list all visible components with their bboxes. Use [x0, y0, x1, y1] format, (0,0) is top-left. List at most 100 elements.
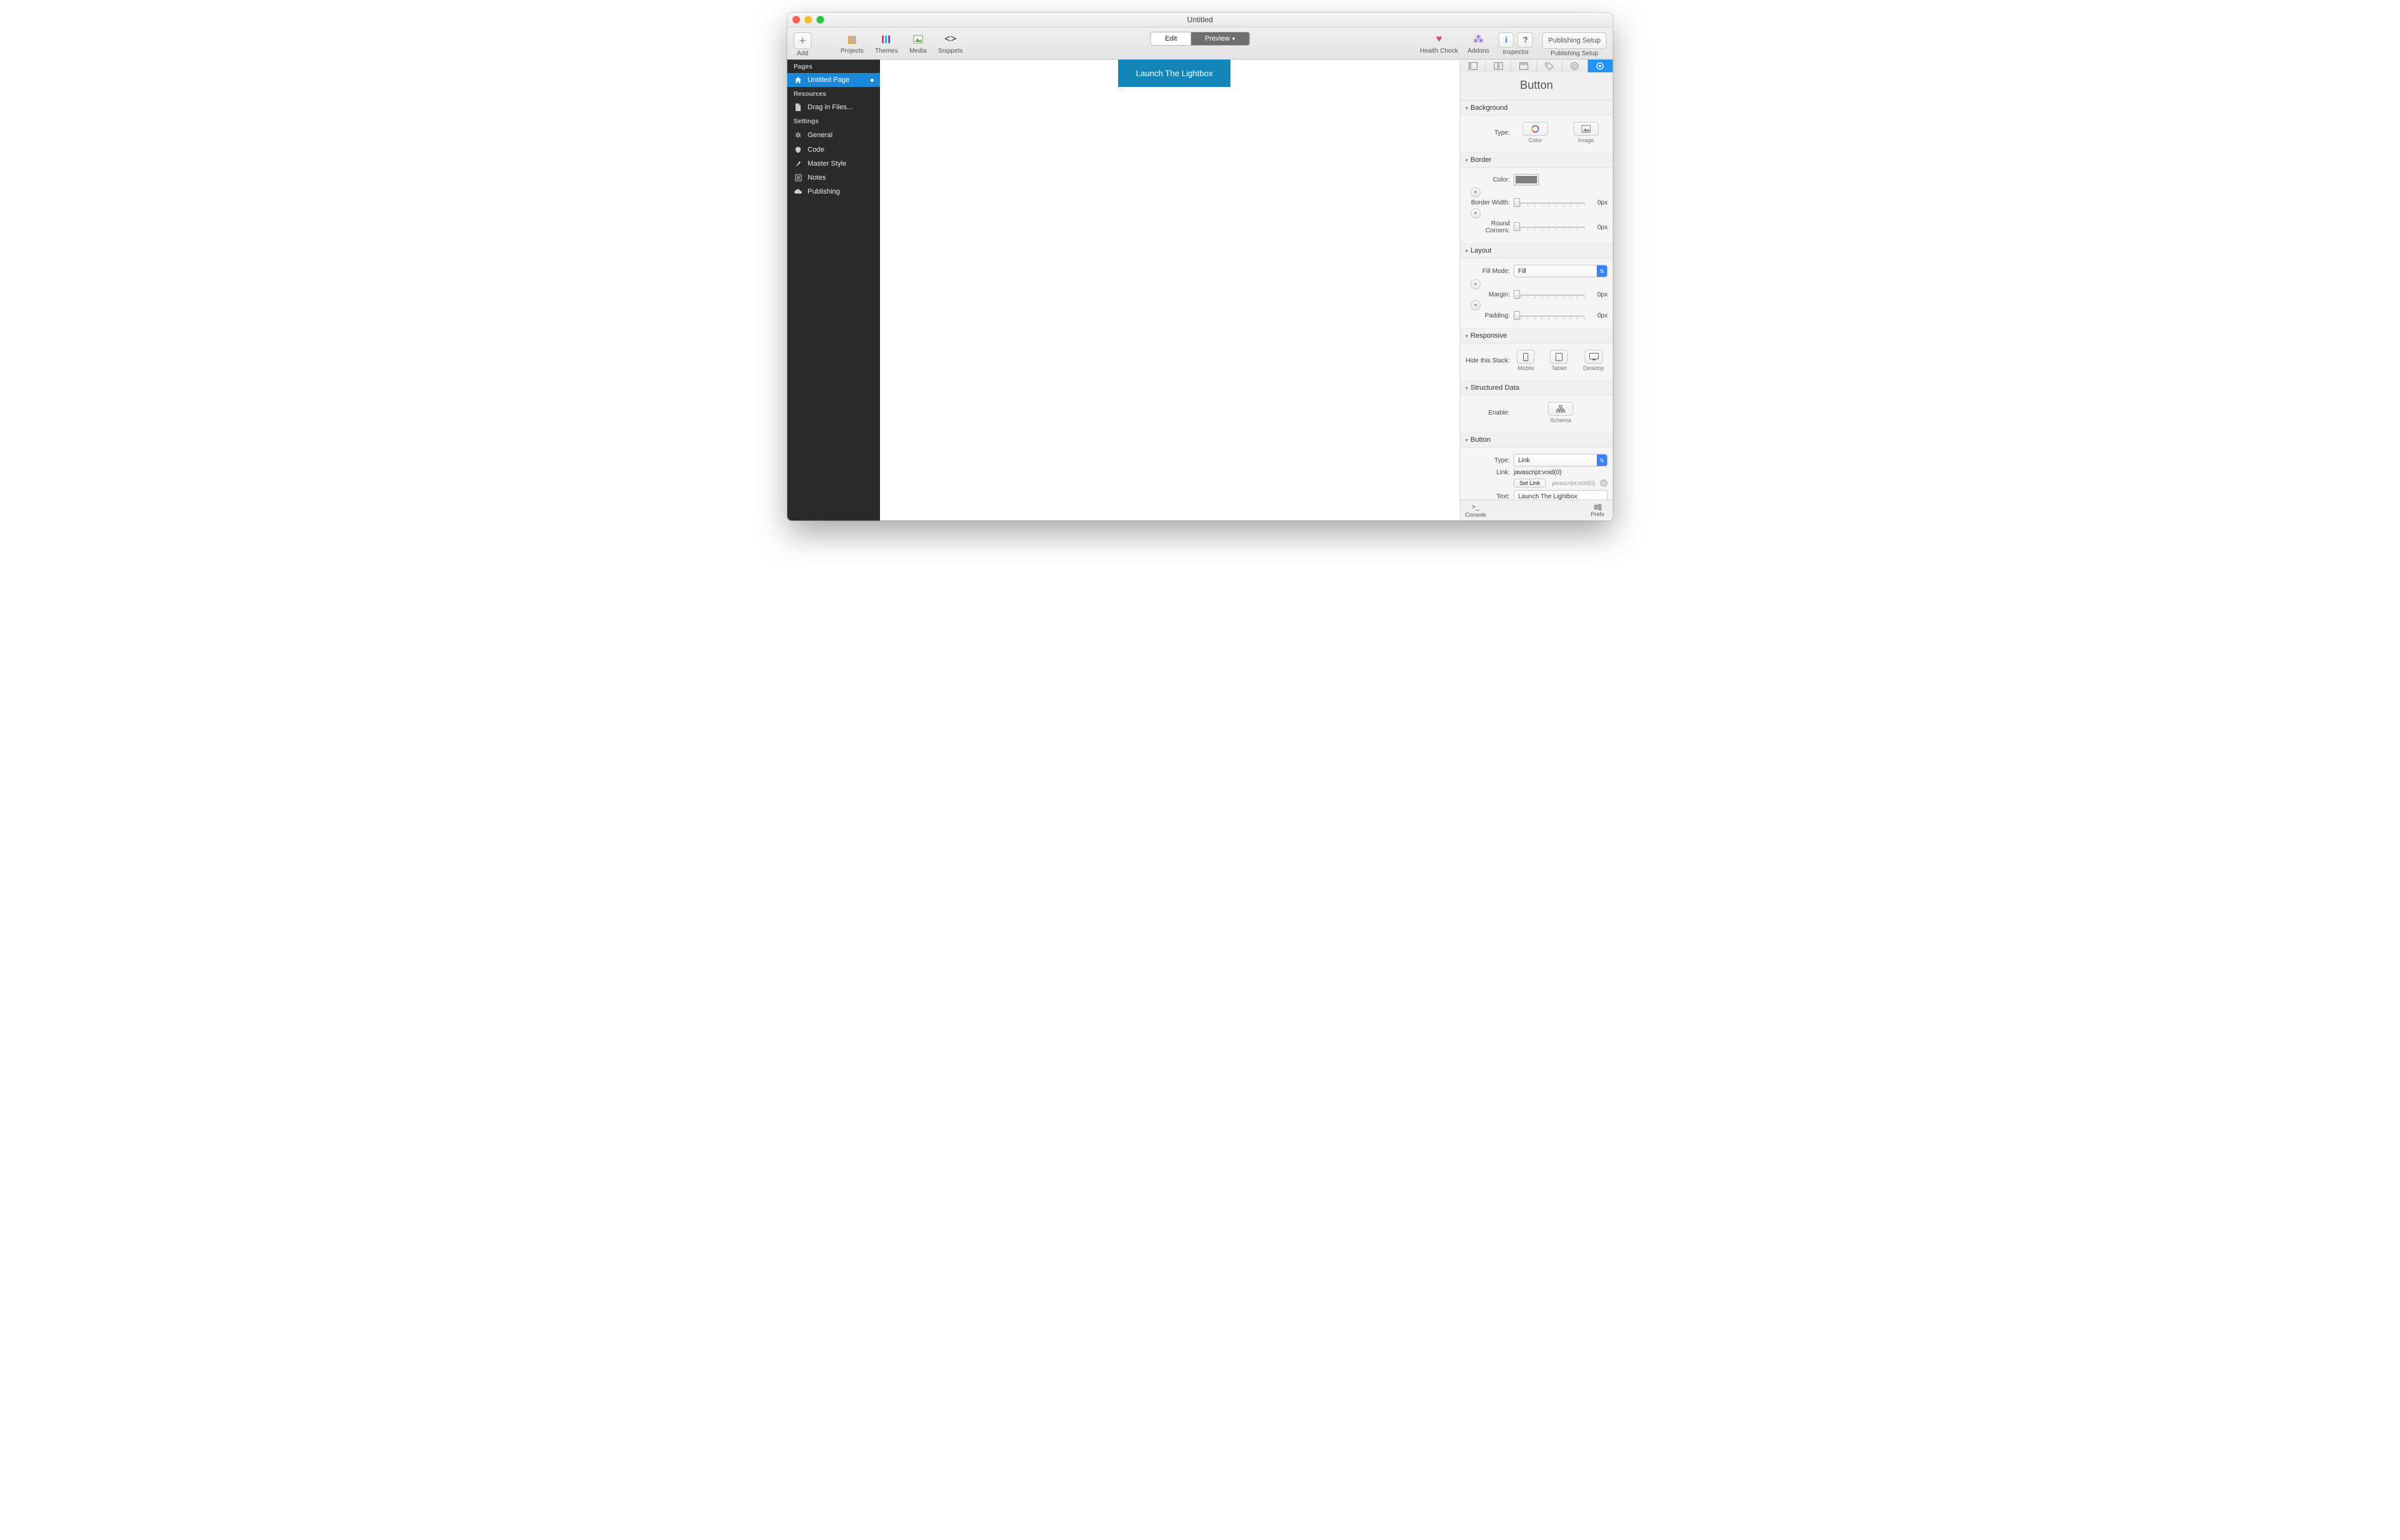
edit-mode-tab[interactable]: Edit [1151, 32, 1191, 45]
section-button[interactable]: Button [1460, 432, 1613, 448]
border-width-slider[interactable] [1514, 200, 1585, 206]
toolbar: ＋ Add ▦ Projects Themes Media < [787, 27, 1613, 60]
sidebar-general[interactable]: ✲ General [787, 128, 880, 143]
themes-icon [879, 32, 893, 46]
schema-enable-toggle[interactable] [1548, 402, 1573, 416]
resources-header: Resources [787, 87, 880, 100]
mode-segmented-control[interactable]: Edit Preview [1150, 32, 1250, 46]
inspector-panel: Button Background Type: [1460, 60, 1613, 521]
desktop-icon [1589, 353, 1599, 361]
border-width-expand[interactable]: + [1470, 187, 1481, 197]
brush-icon [794, 160, 803, 168]
sidebar-page-untitled[interactable]: Untitled Page [787, 73, 880, 87]
file-icon [794, 103, 803, 111]
set-link-button[interactable]: Set Link [1514, 479, 1546, 488]
link-static: javascript:void(0) [1550, 480, 1596, 486]
console-icon: >_ [1472, 503, 1480, 511]
inspector-tab-4[interactable] [1537, 60, 1563, 72]
themes-button[interactable]: Themes [875, 32, 898, 55]
inspector-toggle[interactable]: i ? Inspector [1498, 32, 1533, 56]
sidebar-notes[interactable]: Notes [787, 171, 880, 185]
padding-slider[interactable] [1514, 313, 1585, 319]
section-responsive[interactable]: Responsive [1460, 328, 1613, 343]
hide-tablet-toggle[interactable] [1550, 350, 1568, 364]
tag-icon [1545, 62, 1554, 70]
margin-expand[interactable]: + [1470, 279, 1481, 289]
section-structured-data[interactable]: Structured Data [1460, 380, 1613, 395]
color-wheel-icon [1531, 124, 1540, 133]
console-button[interactable]: >_ Console [1460, 503, 1491, 518]
image-icon [1582, 125, 1590, 133]
help-icon: ? [1517, 32, 1533, 48]
layout-center-icon [1494, 62, 1503, 70]
home-icon [794, 76, 803, 84]
prefs-button[interactable]: Prefs [1582, 504, 1613, 517]
snippets-button[interactable]: <> Snippets [938, 32, 963, 55]
chevron-updown-icon: ⇅ [1597, 265, 1607, 277]
snippets-icon: <> [943, 32, 957, 46]
sidebar-code[interactable]: Code [787, 143, 880, 157]
preview-mode-tab[interactable]: Preview [1191, 32, 1250, 45]
layout-top-icon [1519, 62, 1528, 70]
launch-lightbox-button[interactable]: Launch The Lightbox [1118, 60, 1230, 87]
button-type-select[interactable]: Link ⇅ [1514, 454, 1608, 467]
notes-icon [794, 174, 803, 182]
projects-icon: ▦ [845, 32, 859, 46]
inspector-tab-1[interactable] [1460, 60, 1486, 72]
chevron-updown-icon: ⇅ [1597, 455, 1607, 466]
bg-type-color[interactable] [1523, 122, 1548, 136]
bg-type-image[interactable] [1573, 122, 1599, 136]
gear-icon [1596, 62, 1604, 70]
section-layout[interactable]: Layout [1460, 243, 1613, 258]
sidebar-drag-in-files[interactable]: Drag in Files... [787, 100, 880, 114]
inspector-tab-2[interactable] [1486, 60, 1511, 72]
canvas[interactable]: Launch The Lightbox [880, 60, 1460, 521]
titlebar: Untitled [787, 13, 1613, 27]
page-label: Untitled Page [808, 76, 850, 84]
hide-mobile-toggle[interactable] [1517, 350, 1535, 364]
window-title: Untitled [1187, 15, 1213, 24]
margin-slider[interactable] [1514, 292, 1585, 298]
inspector-footer: >_ Console Prefs [1460, 500, 1613, 521]
plus-icon: ＋ [798, 34, 806, 46]
section-background[interactable]: Background [1460, 100, 1613, 116]
gear-icon: ✲ [794, 131, 803, 140]
cloud-icon [794, 189, 803, 195]
media-icon [911, 32, 925, 46]
info-icon: i [1498, 32, 1514, 48]
sidebar: Pages Untitled Page Resources Drag in Fi… [787, 60, 880, 521]
schema-icon [1556, 405, 1565, 413]
window-zoom-button[interactable] [817, 16, 824, 23]
border-color-well[interactable] [1514, 174, 1539, 185]
fill-mode-select[interactable]: Fill ⇅ [1514, 265, 1608, 277]
unsaved-indicator-icon [870, 79, 874, 82]
layout-left-icon [1469, 62, 1477, 70]
clear-link-button[interactable]: ✕ [1600, 479, 1608, 487]
sidebar-publishing[interactable]: Publishing [787, 185, 880, 199]
section-border[interactable]: Border [1460, 152, 1613, 168]
publishing-setup-button[interactable]: Publishing Setup Publishing Setup [1542, 32, 1606, 57]
window-minimize-button[interactable] [804, 16, 812, 23]
link-value: javascript:void(0) [1514, 469, 1608, 476]
round-corners-expand[interactable]: + [1470, 208, 1481, 218]
sliders-icon [1594, 504, 1602, 510]
padding-expand[interactable]: + [1470, 300, 1481, 310]
addons-button[interactable]: ⁂ Addons [1468, 32, 1490, 55]
tablet-icon [1556, 353, 1563, 361]
add-button[interactable]: ＋ Add [794, 32, 811, 57]
button-text-field[interactable]: Launch The Lightbox [1514, 490, 1608, 500]
round-corners-slider[interactable] [1514, 224, 1585, 230]
projects-button[interactable]: ▦ Projects [841, 32, 863, 55]
heart-icon: ♥ [1432, 32, 1446, 46]
media-button[interactable]: Media [909, 32, 926, 55]
sidebar-master-style[interactable]: Master Style [787, 157, 880, 171]
puzzle-icon: ⁂ [1471, 32, 1485, 46]
inspector-tabs [1460, 60, 1613, 72]
window-close-button[interactable] [792, 16, 800, 23]
hide-desktop-toggle[interactable] [1585, 350, 1603, 364]
inspector-tab-3[interactable] [1511, 60, 1537, 72]
inspector-title: Button [1460, 72, 1613, 100]
inspector-tab-5[interactable] [1563, 60, 1588, 72]
inspector-tab-6[interactable] [1588, 60, 1613, 72]
health-check-button[interactable]: ♥ Health Check [1420, 32, 1458, 55]
